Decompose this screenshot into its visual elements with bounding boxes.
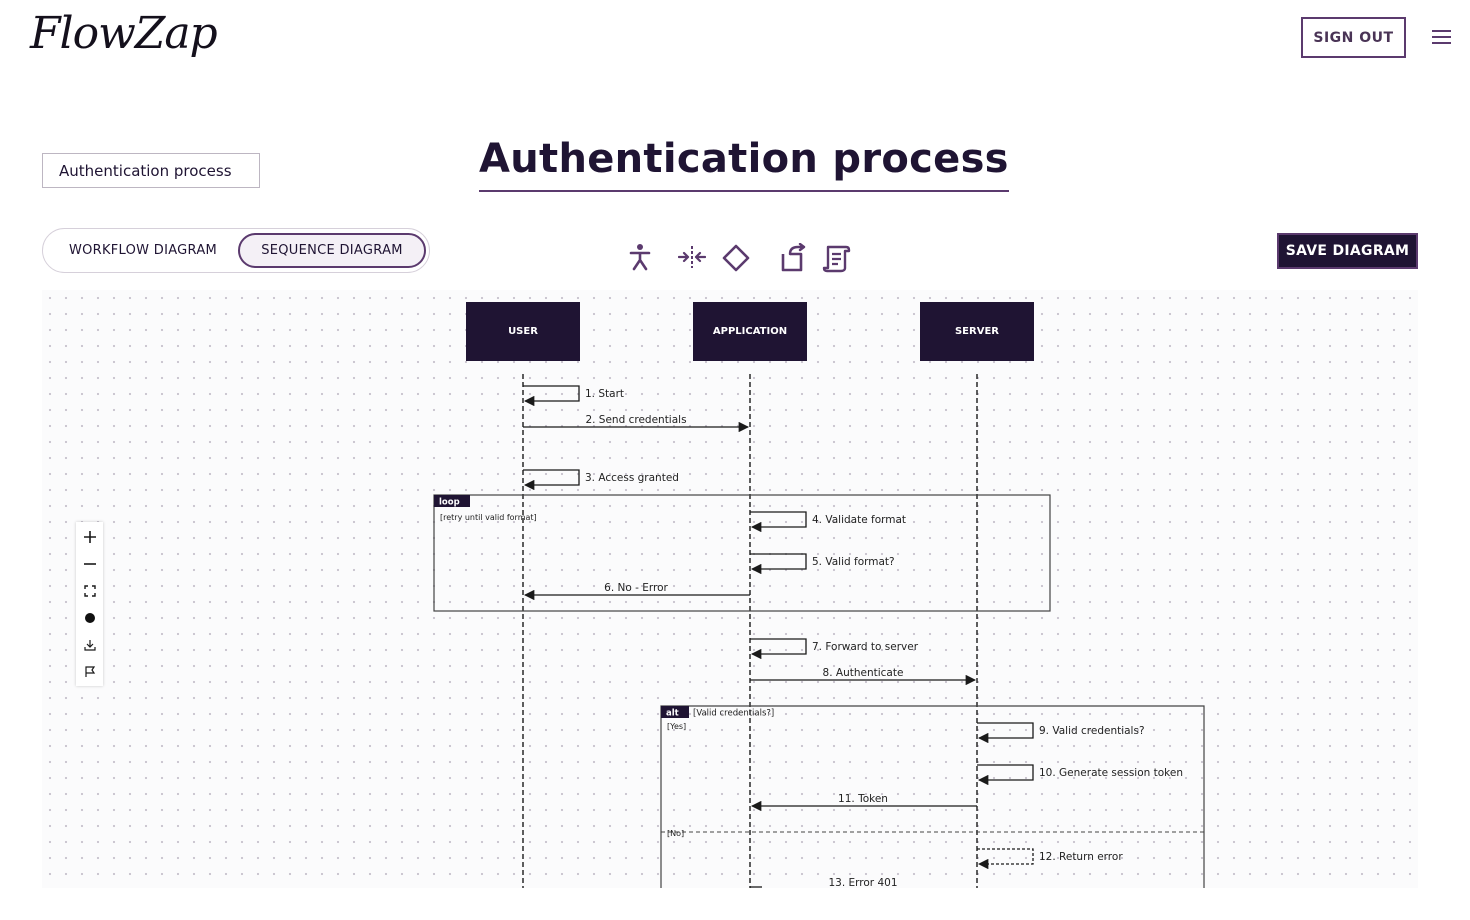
flowzap-logo[interactable]: FlowZap	[30, 8, 218, 59]
message-arrow	[977, 722, 1034, 744]
message-arrow	[977, 764, 1034, 786]
alt-frame-condition: [Valid credentials?]	[693, 709, 774, 719]
page-title: Authentication process	[479, 136, 1009, 192]
message-label: 4. Validate format	[812, 514, 906, 526]
diamond-icon[interactable]	[721, 243, 751, 273]
zoom-in-icon	[83, 530, 96, 543]
message-arrow	[750, 511, 807, 533]
loop-frame: loop [retry until valid format]	[433, 494, 1051, 612]
diagram-name-input[interactable]	[42, 153, 260, 188]
save-diagram-button[interactable]: SAVE DIAGRAM	[1277, 233, 1418, 269]
message-label: 3. Access granted	[585, 472, 679, 484]
diagram-canvas[interactable]: USER APPLICATION SERVER loop [retry unti…	[42, 290, 1418, 888]
message-arrow	[750, 638, 807, 660]
sign-out-button[interactable]: SIGN OUT	[1301, 17, 1406, 58]
alt-branch-yes: [Yes]	[667, 722, 686, 731]
split-icon[interactable]	[678, 243, 706, 271]
flag-icon	[84, 665, 95, 677]
zoom-out-button[interactable]	[76, 550, 103, 577]
message-arrow	[523, 469, 580, 491]
message-label: 2. Send credentials	[585, 414, 686, 426]
message-label: 1. Start	[585, 388, 624, 400]
message-label: 5. Valid format?	[812, 556, 895, 568]
zoom-controls	[76, 522, 103, 686]
message-label: 12. Return error	[1039, 851, 1123, 863]
download-button[interactable]	[76, 631, 103, 658]
message-label: 13. Error 401	[828, 877, 897, 888]
zoom-out-icon	[83, 562, 96, 565]
loop-frame-condition: [retry until valid format]	[440, 513, 537, 522]
sequence-diagram-tab[interactable]: SEQUENCE DIAGRAM	[238, 233, 426, 268]
flag-button[interactable]	[76, 658, 103, 685]
diagram-type-toggle: WORKFLOW DIAGRAM SEQUENCE DIAGRAM	[42, 228, 430, 273]
message-label: 9. Valid credentials?	[1039, 725, 1145, 737]
message-arrow	[523, 385, 580, 407]
sequence-diagram: loop [retry until valid format] alt [Val…	[433, 374, 1205, 888]
fit-view-icon	[83, 584, 96, 597]
download-icon	[83, 639, 96, 651]
toggle-icon	[84, 612, 95, 623]
message-label: 7. Forward to server	[812, 641, 919, 653]
message-label: 8. Authenticate	[823, 667, 904, 679]
message-arrow	[750, 553, 807, 575]
fit-view-button[interactable]	[76, 577, 103, 604]
zoom-in-button[interactable]	[76, 523, 103, 550]
loop-frame-kind: loop	[439, 498, 460, 508]
message-arrow	[977, 848, 1034, 870]
message-label: 10. Generate session token	[1039, 767, 1183, 779]
message-label: 6. No - Error	[604, 582, 668, 594]
alt-frame-kind: alt	[666, 709, 679, 719]
message-label: 11. Token	[838, 793, 888, 805]
alt-branch-no: [No]	[667, 829, 684, 838]
hamburger-menu-icon[interactable]	[1432, 28, 1451, 46]
script-icon[interactable]	[822, 243, 852, 273]
toggle-button[interactable]	[76, 604, 103, 631]
person-icon[interactable]	[628, 243, 652, 271]
workflow-diagram-tab[interactable]: WORKFLOW DIAGRAM	[49, 233, 237, 268]
rotate-icon[interactable]	[780, 243, 808, 273]
